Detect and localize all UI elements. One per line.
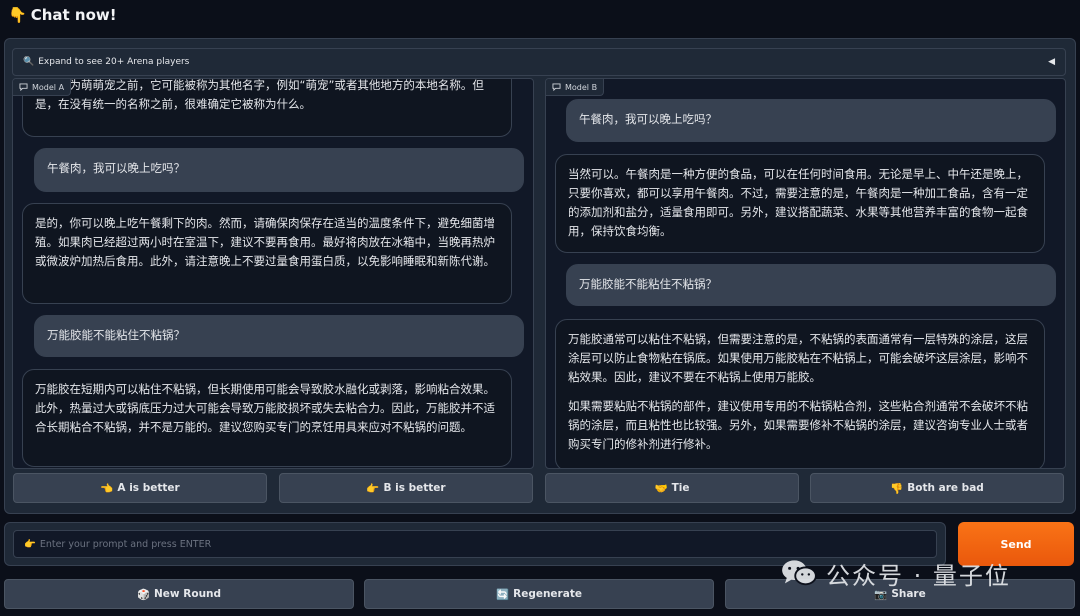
watermark: 公众号 · 量子位: [780, 555, 1011, 591]
thumbs-down-icon: 👎: [890, 482, 904, 495]
collapse-arrow-icon[interactable]: ◀: [1048, 57, 1065, 67]
new-round-button[interactable]: 🎲 New Round: [4, 579, 354, 609]
chat-bubble-icon: [552, 83, 561, 91]
model-b-label: Model B: [546, 79, 605, 96]
prompt-placeholder: Enter your prompt and press ENTER: [39, 538, 212, 550]
model-b-chatbox[interactable]: Model B 午餐肉，我可以晚上吃吗？ 当然可以。午餐肉是一种方便的食品，可以…: [545, 78, 1066, 469]
pointing-right-icon: 👉: [24, 538, 36, 550]
prompt-input[interactable]: 👉 Enter your prompt and press ENTER: [13, 530, 937, 558]
page-title: 👇 Chat now!: [8, 6, 117, 24]
model-a-chatbox[interactable]: Model A 被命名为萌萌宠之前，它可能被称为其他名字，例如“萌宠”或者其他地…: [12, 78, 534, 469]
arena-players-accordion[interactable]: 🔍 Expand to see 20+ Arena players ◀: [12, 48, 1066, 76]
both-are-bad-button[interactable]: 👎 Both are bad: [810, 473, 1064, 503]
chat-message-bot: 当然可以。午餐肉是一种方便的食品，可以在任何时间食用。无论是早上、中午还是晚上，…: [555, 154, 1045, 253]
regenerate-button[interactable]: 🔄 Regenerate: [364, 579, 714, 609]
tie-button[interactable]: 🤝 Tie: [545, 473, 799, 503]
model-a-label: Model A: [13, 79, 72, 96]
pointing-down-icon: 👇: [8, 6, 27, 24]
chat-message-bot: 万能胶通常可以粘住不粘锅，但需要注意的是，不粘锅的表面通常有一层特殊的涂层，这层…: [555, 319, 1045, 468]
chat-bubble-icon: [19, 83, 28, 91]
b-is-better-button[interactable]: 👉 B is better: [279, 473, 533, 503]
magnifier-icon: 🔍: [23, 57, 35, 67]
chat-message-bot: 万能胶在短期内可以粘住不粘锅，但长期使用可能会导致胶水融化或剥落，影响粘合效果。…: [22, 369, 512, 467]
watermark-text: 公众号 · 量子位: [826, 561, 1011, 590]
refresh-icon: 🔄: [496, 588, 510, 601]
chat-message-bot: 是的，你可以晚上吃午餐剩下的肉。然而，请确保肉保存在适当的温度条件下，避免细菌增…: [22, 203, 512, 304]
pointing-right-icon: 👉: [366, 482, 380, 495]
a-is-better-button[interactable]: 👈 A is better: [13, 473, 267, 503]
chat-message-user: 万能胶能不能粘住不粘锅？: [566, 264, 1056, 306]
chat-message-bot: 被命名为萌萌宠之前，它可能被称为其他名字，例如“萌宠”或者其他地方的本地名称。但…: [22, 79, 512, 137]
dice-icon: 🎲: [136, 588, 151, 601]
chat-message-user: 万能胶能不能粘住不粘锅？: [34, 315, 524, 357]
accordion-label: Expand to see 20+ Arena players: [38, 57, 190, 67]
page-title-text: Chat now!: [30, 6, 117, 24]
chat-message-user: 午餐肉，我可以晚上吃吗？: [566, 99, 1056, 142]
pointing-left-icon: 👈: [100, 482, 114, 495]
chat-message-user: 午餐肉，我可以晚上吃吗？: [34, 148, 524, 192]
wechat-icon: [782, 560, 817, 586]
handshake-icon: 🤝: [654, 482, 668, 495]
